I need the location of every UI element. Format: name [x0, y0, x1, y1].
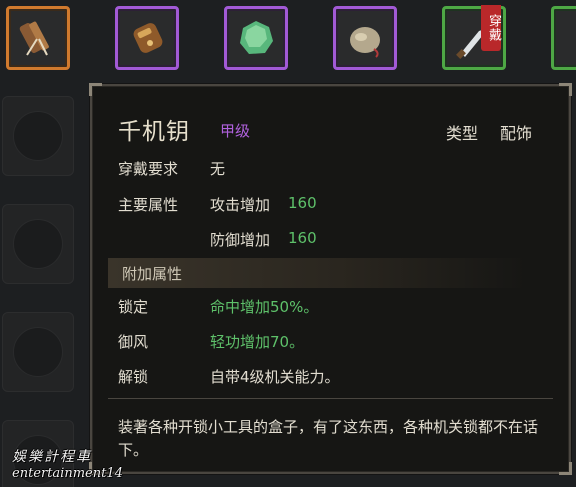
bundle-icon	[19, 21, 49, 56]
pouch-icon	[133, 23, 163, 53]
empty-slot-ring	[13, 111, 63, 161]
main-attr-label: 主要属性	[118, 196, 179, 214]
corner-ornament	[559, 83, 572, 96]
inventory-slot-jade[interactable]	[224, 6, 288, 70]
empty-slot[interactable]	[2, 96, 74, 176]
inventory-slot-cloth-bag[interactable]	[333, 6, 397, 70]
item-description: 装著各种开锁小工具的盒子，有了这东西，各种机关锁都不在话下。	[118, 418, 539, 459]
watermark: 娛樂計程車 entertainment14	[12, 446, 123, 481]
item-grade: 甲级	[220, 122, 251, 140]
main-attr-name: 防御增加	[210, 231, 271, 249]
extra-attr-value: 自带4级机关能力。	[210, 368, 340, 386]
corner-ornament	[89, 83, 102, 96]
empty-slot-ring	[13, 219, 63, 269]
empty-slot[interactable]	[2, 204, 74, 284]
inventory-slot-bundle[interactable]	[6, 6, 70, 70]
inventory-slot-partial[interactable]	[551, 6, 576, 70]
empty-slot[interactable]	[2, 312, 74, 392]
extra-attr-title: 附加属性	[122, 265, 183, 283]
requirement-label: 穿戴要求	[118, 160, 179, 178]
item-type-label: 类型	[446, 124, 479, 143]
main-attr-value: 160	[288, 194, 317, 212]
extra-attr-value: 轻功增加70。	[210, 333, 305, 351]
item-type-value: 配饰	[500, 124, 533, 143]
requirement-value: 无	[210, 160, 226, 178]
item-name: 千机钥	[118, 119, 190, 145]
inventory-slot-blade[interactable]: 穿戴	[442, 5, 506, 70]
corner-ornament	[559, 462, 572, 475]
extra-attr-label: 解锁	[118, 368, 149, 386]
extra-attr-label: 锁定	[118, 298, 149, 316]
extra-attr-label: 御风	[118, 333, 149, 351]
item-tooltip: 千机钥 甲级 类型 配饰 穿戴要求 无 主要属性 攻击增加 160 防御增加 1…	[89, 83, 572, 475]
watermark-line: entertainment14	[12, 466, 123, 481]
divider	[108, 398, 553, 399]
extra-attr-header: 附加属性	[108, 258, 528, 288]
game-screen: 穿戴 千机钥 甲级 类型 配饰 穿戴要求 无 主要属性 攻击增加 160 防御增…	[0, 0, 576, 487]
empty-slot-ring	[13, 327, 63, 377]
equipped-tag: 穿戴	[481, 5, 501, 51]
main-attr-name: 攻击增加	[210, 196, 271, 214]
watermark-line: 娛樂計程車	[12, 449, 92, 465]
inventory-slot-pouch[interactable]	[115, 6, 179, 70]
main-attr-value: 160	[288, 229, 317, 247]
jade-stone-icon	[240, 21, 273, 54]
extra-attr-value: 命中增加50%。	[210, 298, 319, 316]
cloth-bag-icon	[350, 27, 380, 58]
